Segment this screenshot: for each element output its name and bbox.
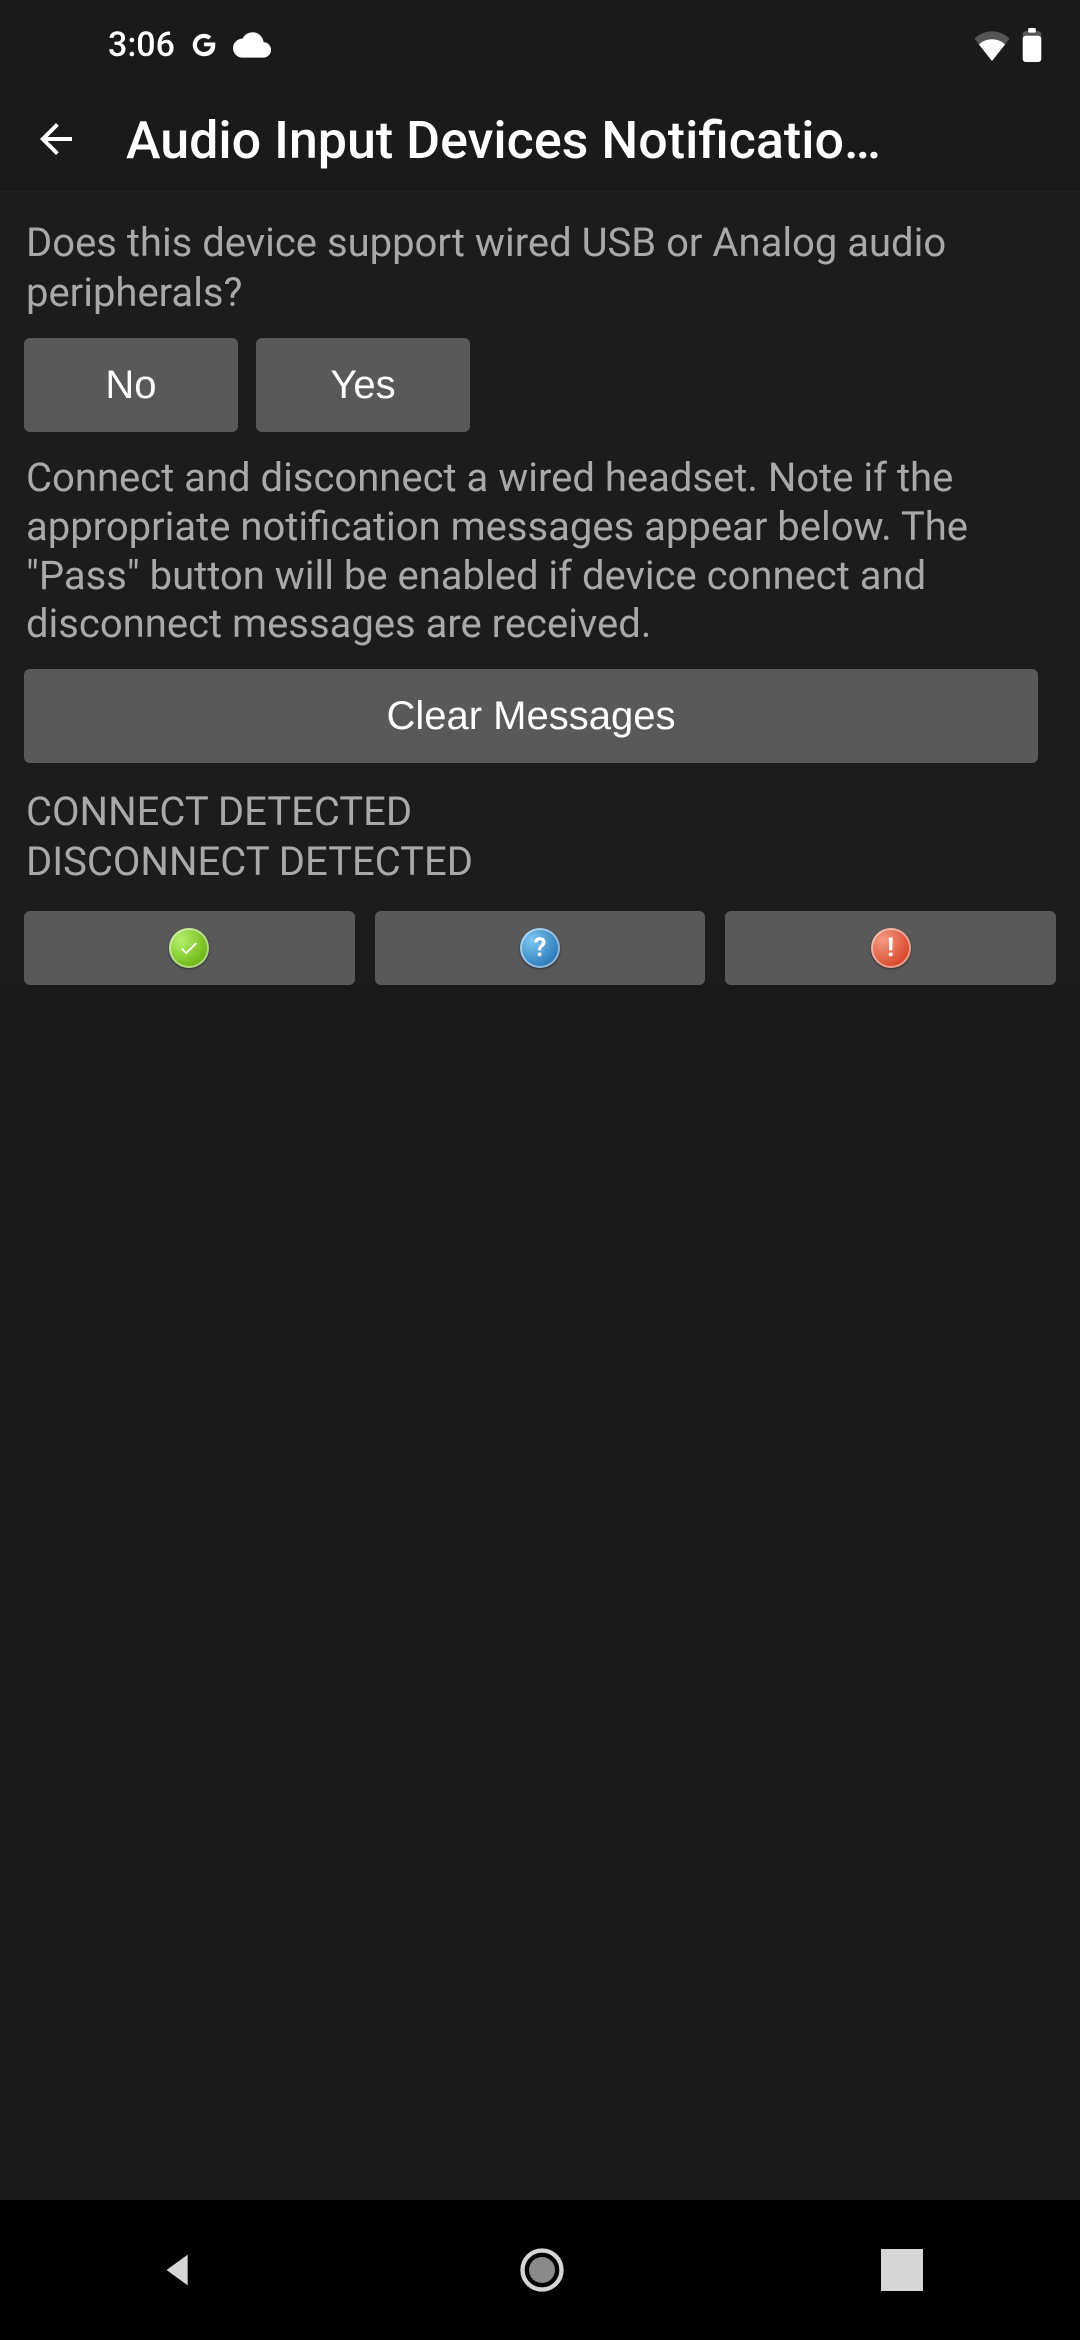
- page-title: Audio Input Devices Notificatio…: [126, 110, 1048, 171]
- google-icon: [189, 30, 219, 60]
- status-bar: 3:06: [0, 0, 1080, 90]
- nav-recent-icon[interactable]: [881, 2249, 923, 2291]
- info-button[interactable]: ?: [375, 911, 706, 985]
- question-text: Does this device support wired USB or An…: [18, 218, 1062, 318]
- content-area: Does this device support wired USB or An…: [0, 192, 1080, 985]
- app-bar: Audio Input Devices Notificatio…: [0, 90, 1080, 192]
- yes-no-row: No Yes: [18, 338, 1062, 432]
- fail-button[interactable]: !: [725, 911, 1056, 985]
- pass-button[interactable]: [24, 911, 355, 985]
- battery-icon: [1022, 28, 1042, 62]
- check-icon: [169, 928, 209, 968]
- status-left: 3:06: [108, 25, 271, 65]
- result-button-row: ? !: [18, 911, 1062, 985]
- instructions-text: Connect and disconnect a wired headset. …: [18, 454, 1062, 649]
- status-time: 3:06: [108, 25, 175, 65]
- wifi-icon: [972, 29, 1012, 61]
- message-line: DISCONNECT DETECTED: [18, 837, 1062, 887]
- clear-messages-button[interactable]: Clear Messages: [24, 669, 1038, 763]
- nav-home-icon[interactable]: [516, 2244, 568, 2296]
- alert-icon: !: [871, 928, 911, 968]
- nav-back-icon[interactable]: [157, 2247, 203, 2293]
- message-line: CONNECT DETECTED: [18, 787, 1062, 837]
- status-right: [972, 28, 1042, 62]
- navigation-bar: [0, 2200, 1080, 2340]
- back-icon[interactable]: [32, 115, 80, 167]
- no-button[interactable]: No: [24, 338, 238, 432]
- yes-button[interactable]: Yes: [256, 338, 470, 432]
- cloud-icon: [233, 30, 271, 60]
- question-icon: ?: [520, 928, 560, 968]
